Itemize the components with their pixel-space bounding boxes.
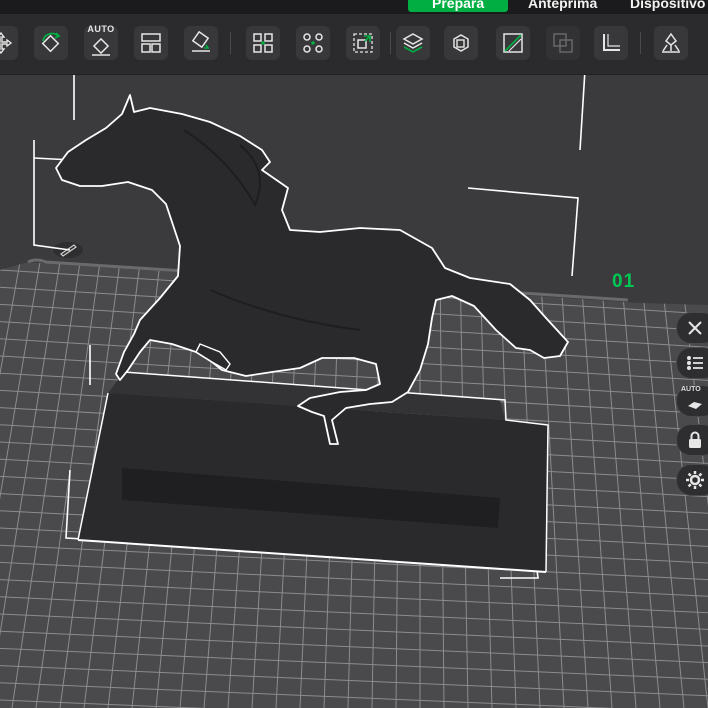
split-to-objects-button[interactable] [246, 26, 280, 60]
main-toolbar: AUTO [0, 14, 708, 75]
toolbar-divider [640, 32, 641, 54]
arrange-icon [141, 33, 161, 53]
3d-viewport[interactable]: 01 AUTO [0, 75, 708, 708]
close-icon [688, 321, 702, 335]
lock-icon [689, 431, 701, 448]
scene-canvas[interactable]: 01 [0, 75, 708, 708]
plate-settings-button[interactable] [676, 464, 708, 496]
toolbar-divider [230, 32, 231, 54]
layer-editing-button[interactable] [396, 26, 430, 60]
boolean-button[interactable] [546, 26, 580, 60]
move-icon [0, 31, 13, 55]
auto-arrange-icon [688, 402, 702, 409]
layer-editing-icon [402, 33, 424, 53]
cube-icon [453, 34, 469, 52]
measure-button[interactable] [594, 26, 628, 60]
fit-to-plate-icon [353, 33, 373, 53]
tab-preview[interactable]: Anteprima [528, 0, 597, 12]
auto-orient-icon [92, 37, 110, 56]
toolbar-divider [390, 32, 391, 54]
top-tab-bar: Prepara Anteprima Dispositivo [0, 0, 708, 14]
split-to-parts-button[interactable] [296, 26, 330, 60]
settings-icon [686, 471, 704, 489]
tab-device[interactable]: Dispositivo [630, 0, 705, 12]
object-list-button[interactable] [676, 347, 708, 379]
rotate-icon [41, 32, 61, 53]
fit-to-plate-button[interactable] [346, 26, 380, 60]
arrange-button[interactable] [134, 26, 168, 60]
lay-on-face-button[interactable] [184, 26, 218, 60]
measure-icon [603, 34, 620, 51]
close-plate-button[interactable] [676, 312, 708, 344]
auto-tag: AUTO [87, 24, 115, 34]
cut-icon [503, 33, 523, 53]
lock-plate-button[interactable] [676, 424, 708, 456]
list-icon [687, 356, 703, 370]
auto-tag: AUTO [681, 386, 701, 393]
boolean-icon [553, 33, 573, 53]
rotate-button[interactable] [34, 26, 68, 60]
split-to-objects-icon [253, 33, 273, 53]
move-button[interactable] [0, 26, 18, 60]
paint-supports-icon [662, 32, 680, 53]
cube-button[interactable] [444, 26, 478, 60]
split-to-parts-icon [303, 33, 323, 53]
auto-orient-button[interactable]: AUTO [84, 24, 118, 60]
plate-number: 01 [612, 271, 635, 292]
tab-prepare[interactable]: Prepara [408, 0, 508, 12]
cut-button[interactable] [496, 26, 530, 60]
lay-on-face-icon [191, 31, 210, 52]
auto-arrange-button[interactable]: AUTO [676, 385, 708, 417]
paint-supports-button[interactable] [654, 26, 688, 60]
